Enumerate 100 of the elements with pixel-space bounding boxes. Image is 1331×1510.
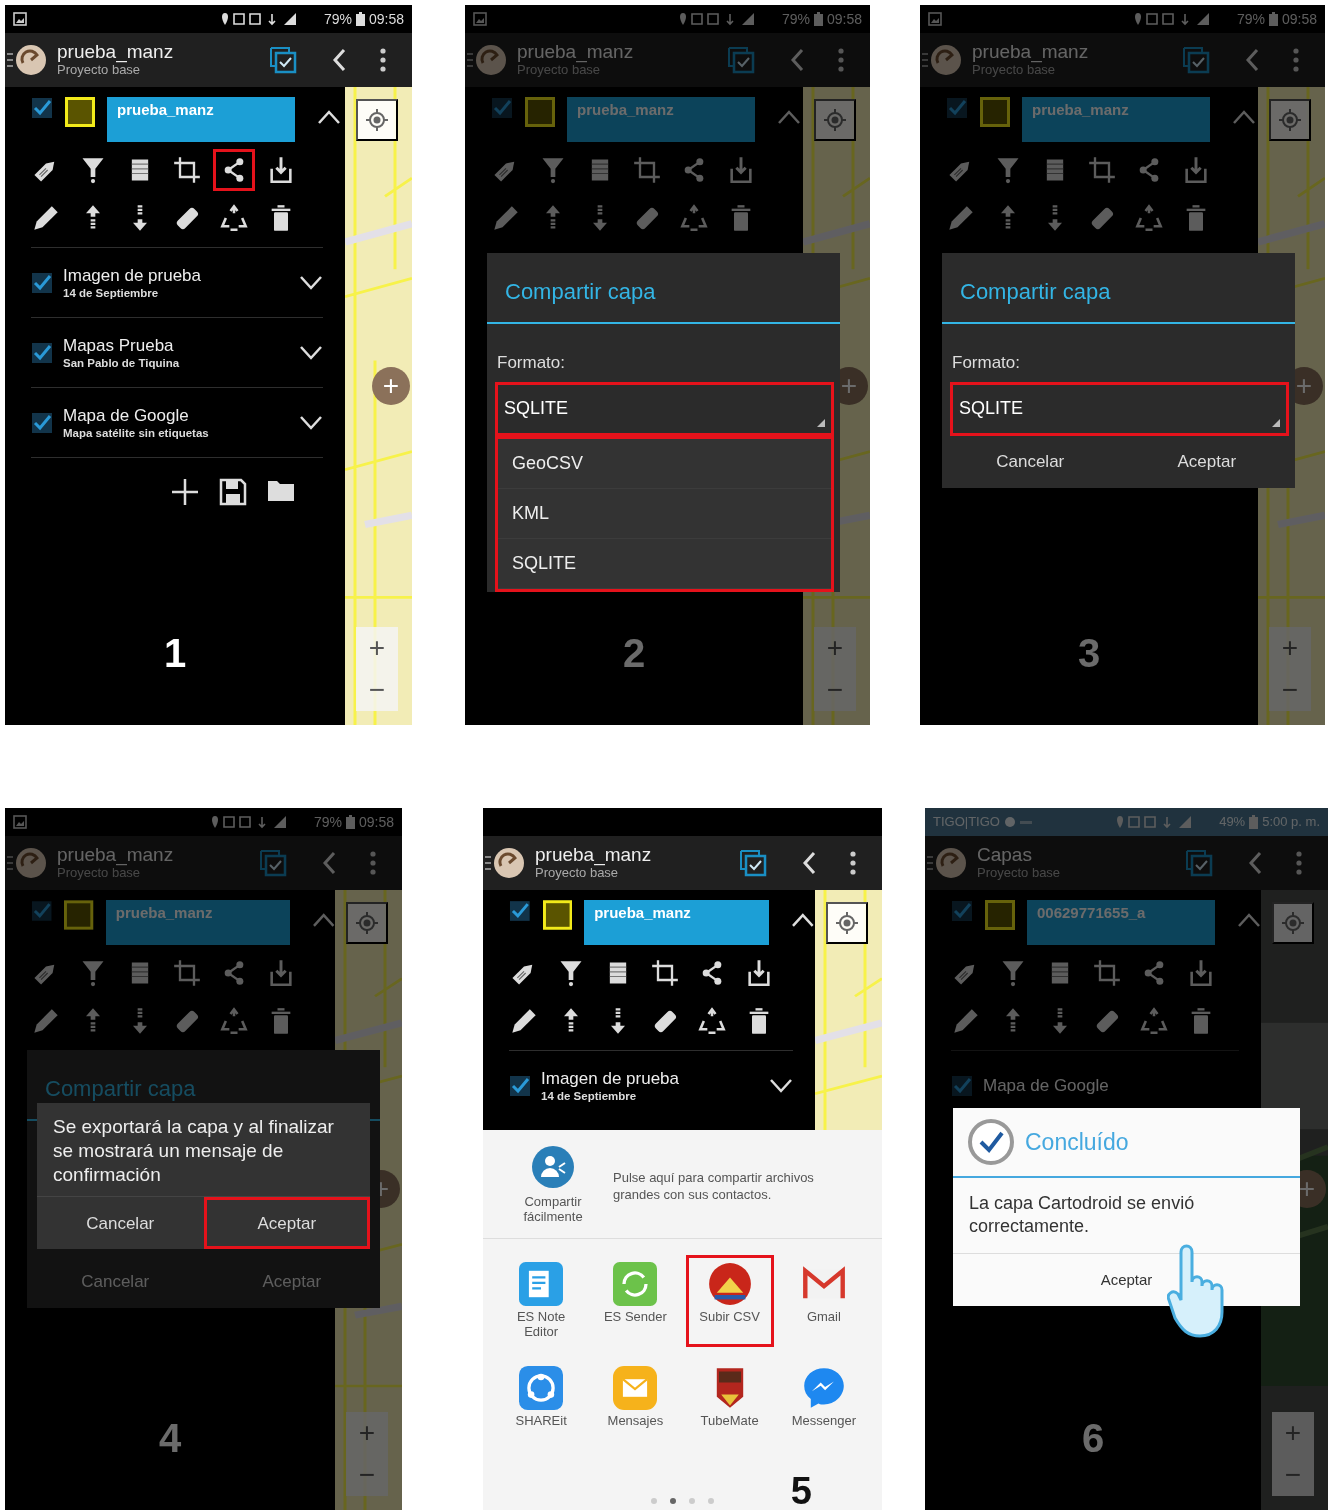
locate-icon — [1282, 912, 1304, 934]
share-target-button[interactable]: Subir CSV — [685, 1254, 774, 1347]
color-swatch[interactable] — [525, 97, 555, 127]
folder-icon[interactable] — [267, 478, 295, 502]
app-subtitle: Proyecto base — [517, 63, 601, 78]
step-number: 6 — [1081, 1418, 1105, 1462]
page-dot[interactable] — [708, 1498, 714, 1504]
checkbox[interactable] — [31, 97, 53, 119]
share-target-button[interactable]: SHAREit — [497, 1358, 586, 1436]
battery-icon — [345, 815, 355, 829]
checkbox[interactable] — [31, 900, 53, 922]
battery-icon — [813, 12, 823, 26]
layers-check-icon[interactable] — [738, 848, 768, 878]
layer-title: Imagen de prueba — [541, 1067, 680, 1089]
locate-icon — [1279, 109, 1301, 131]
battery-percent: 79% — [323, 9, 352, 29]
locate-button[interactable] — [356, 99, 398, 141]
battery-icon — [1249, 815, 1259, 829]
envelope-app-icon — [613, 1365, 658, 1410]
more-menu-icon[interactable] — [850, 851, 856, 875]
status-time: 09:58 — [826, 9, 862, 29]
page-dot[interactable] — [689, 1498, 695, 1504]
dialog-button[interactable]: Cancelar — [37, 1197, 204, 1250]
locate-icon — [824, 109, 846, 131]
color-swatch[interactable] — [985, 900, 1015, 930]
checkbox[interactable] — [946, 97, 968, 119]
checkbox[interactable] — [31, 411, 53, 434]
step-number: 2 — [622, 633, 646, 677]
zoom-out-button[interactable]: − — [356, 669, 398, 711]
layer-title: Mapa de Google — [983, 1074, 1110, 1097]
layers-check-icon[interactable] — [1184, 848, 1214, 878]
share-target-button[interactable]: ES Note Editor — [497, 1254, 586, 1347]
back-icon[interactable] — [332, 48, 346, 72]
crop-icon[interactable] — [173, 156, 201, 184]
chevron-down-icon[interactable] — [299, 344, 323, 361]
image-icon — [473, 12, 487, 26]
locate-button[interactable] — [826, 902, 868, 944]
checkbox[interactable] — [509, 900, 531, 922]
quick-share-button[interactable]: Compartir fácilmente — [493, 1144, 613, 1226]
app-subtitle: Proyecto base — [535, 866, 619, 881]
color-swatch[interactable] — [64, 900, 94, 930]
tray-download-icon[interactable] — [745, 959, 773, 987]
dialog-button[interactable]: Aceptar — [1118, 435, 1295, 488]
plus-icon[interactable] — [171, 478, 199, 506]
share-target-button[interactable]: TubeMate — [685, 1358, 774, 1436]
pencil-icon[interactable] — [510, 1007, 538, 1035]
layers-check-icon[interactable] — [258, 848, 288, 878]
tray-download-icon[interactable] — [267, 156, 295, 184]
layers-check-icon[interactable] — [726, 45, 756, 75]
dialog-button[interactable]: Cancelar — [942, 435, 1119, 488]
share-target-button[interactable]: Mensajes — [591, 1358, 680, 1436]
battery-icon — [355, 12, 365, 26]
dialog-button[interactable]: Aceptar — [953, 1253, 1300, 1306]
page-dot[interactable] — [670, 1498, 676, 1504]
dropdown-option[interactable]: KML — [498, 488, 831, 539]
share-target-button[interactable]: Messenger — [779, 1358, 868, 1436]
color-swatch[interactable] — [65, 97, 95, 127]
checkbox[interactable] — [951, 900, 973, 922]
layers-check-icon[interactable] — [1181, 45, 1211, 75]
app-subtitle: Proyecto base — [977, 866, 1062, 881]
dropdown-option[interactable]: SQLITE — [498, 538, 831, 589]
checkbox[interactable] — [31, 341, 53, 364]
chevron-down-icon[interactable] — [299, 274, 323, 291]
chevron-down-icon[interactable] — [769, 1077, 793, 1094]
format-dropdown[interactable]: SQLITE — [495, 381, 834, 436]
chevron-down-icon[interactable] — [299, 414, 323, 431]
more-menu-icon[interactable] — [380, 48, 386, 72]
chevron-up-icon[interactable] — [791, 912, 815, 928]
zoom-in-button[interactable]: + — [356, 627, 398, 669]
note-app-icon — [519, 1261, 564, 1306]
back-icon[interactable] — [802, 851, 816, 875]
share-target-button[interactable]: ES Sender — [591, 1254, 680, 1347]
layer-subtitle: 14 de Septiembre — [63, 285, 160, 301]
dialog-message: Se exportará la capa y al finalizar se mostrará un mensaje de confirmación — [37, 1103, 370, 1198]
checkbox[interactable] — [31, 271, 53, 294]
share-target-button[interactable]: Gmail — [779, 1254, 868, 1347]
checkbox[interactable] — [951, 1074, 973, 1097]
locate-icon — [366, 109, 388, 131]
color-swatch[interactable] — [980, 97, 1010, 127]
step-number: 4 — [158, 1418, 182, 1462]
layer-title: Mapa de Google — [63, 404, 190, 426]
recycle-icon[interactable] — [220, 204, 248, 232]
page-dot[interactable] — [651, 1498, 657, 1504]
dropdown-option[interactable]: GeoCSV — [498, 438, 831, 489]
layers-check-icon[interactable] — [268, 45, 298, 75]
checkbox[interactable] — [509, 1074, 531, 1097]
layer-title: Mapas Prueba — [63, 334, 175, 356]
color-swatch[interactable] — [542, 900, 573, 930]
app-subtitle: Proyecto base — [57, 63, 141, 78]
recycle-icon[interactable] — [698, 1007, 726, 1035]
checkbox[interactable] — [491, 97, 513, 119]
format-dropdown[interactable]: SQLITE — [950, 381, 1289, 436]
crop-icon[interactable] — [651, 959, 679, 987]
status-time: 09:58 — [358, 812, 394, 832]
dialog-button[interactable]: Aceptar — [203, 1197, 370, 1250]
layer-title: Imagen de prueba — [63, 264, 202, 286]
app-title: prueba_manz — [535, 845, 653, 867]
app-title: prueba_manz — [517, 42, 635, 64]
pencil-icon[interactable] — [32, 204, 60, 232]
chevron-up-icon[interactable] — [317, 109, 341, 125]
